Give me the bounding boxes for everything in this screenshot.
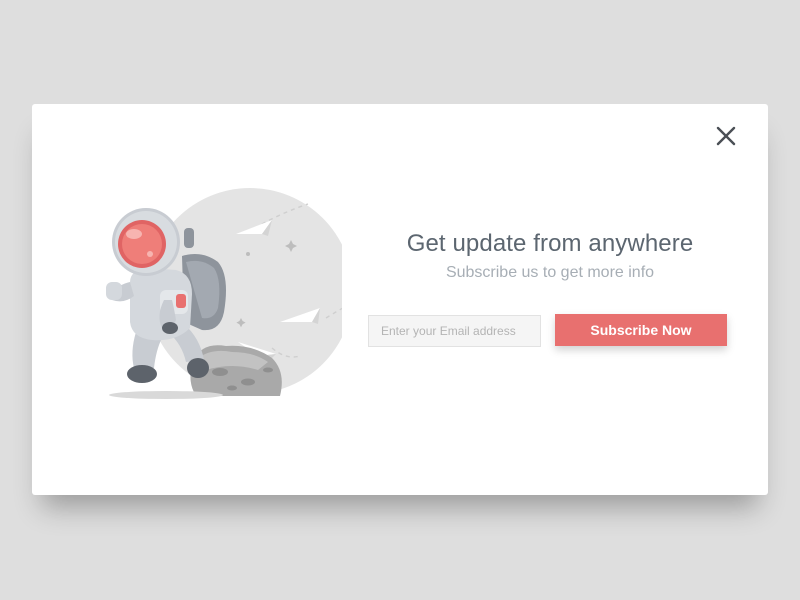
astronaut-illustration: [72, 182, 359, 404]
close-button[interactable]: [714, 124, 738, 148]
close-icon: [716, 126, 736, 146]
subheadline: Subscribe us to get more info: [445, 264, 655, 281]
subscribe-content: Get update from anywhere Subscribe us to…: [368, 228, 732, 347]
email-input[interactable]: [368, 315, 541, 347]
subscribe-form: Subscribe Now: [368, 314, 732, 349]
subscribe-modal: Get update from anywhere Subscribe us to…: [32, 104, 768, 495]
headline: Get update from anywhere: [406, 230, 694, 257]
subscribe-button[interactable]: Subscribe Now: [555, 314, 727, 346]
